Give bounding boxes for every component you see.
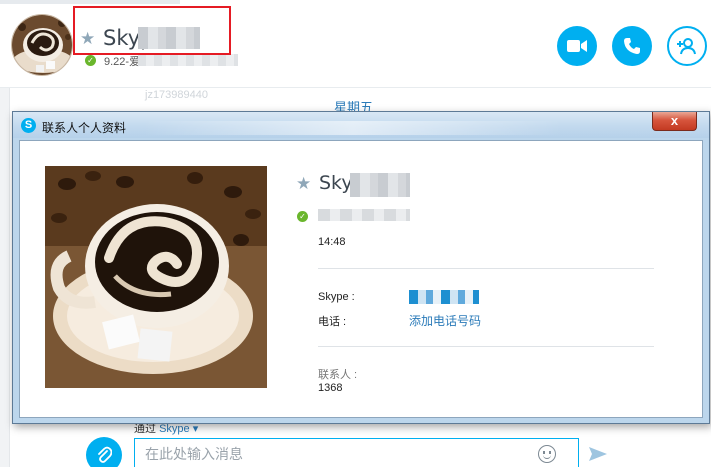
online-status-icon: ✓ [297,211,308,222]
add-contact-button[interactable] [667,26,707,66]
dialog-title: 联系人个人资料 [42,121,127,135]
divider [318,268,654,269]
highlight-annotation-box [73,6,231,55]
mood-redaction [318,209,410,221]
skype-id-redaction [409,290,479,304]
local-time: 14:48 [318,236,346,248]
contact-mood: 9.22-爱 [104,56,141,68]
video-call-icon [567,40,587,52]
divider [318,346,654,347]
mood-redaction [138,54,238,66]
close-button[interactable]: x [652,112,697,131]
profile-name: Sky [319,172,353,194]
conversation-header: ★ Skyp ✓ 9.22-爱 [0,0,711,88]
top-strip [0,0,180,4]
name-redaction [350,173,410,197]
faint-contact-id: jz173989440 [145,89,209,101]
phone-label: 电话 : [318,316,347,328]
profile-photo [45,166,267,388]
emoji-icon[interactable] [538,445,556,463]
contact-profile-dialog: S 联系人个人资料 x ★ Sky ✓ 14:48 Skype: 电话: 添… [12,111,710,424]
close-icon: x [670,113,679,128]
attach-button[interactable] [86,437,122,467]
add-contact-icon [677,38,696,55]
phone-call-icon [624,38,640,54]
add-phone-link[interactable]: 添加电话号码 [409,312,481,329]
contacts-label: 联系人 : [318,369,358,381]
favorite-star-icon[interactable]: ★ [296,175,311,192]
left-panel-edge [0,88,10,467]
dialog-body: ★ Sky ✓ 14:48 Skype : 电话 : 添加电话号码 联系人 : … [19,140,703,418]
message-input[interactable] [134,438,579,467]
chevron-down-icon[interactable]: ▾ [193,423,199,435]
via-prefix: 通过 [134,423,156,435]
send-icon[interactable] [589,446,607,462]
skype-id-label: Skype : [318,291,355,303]
contact-avatar[interactable] [11,14,73,76]
paperclip-icon [98,446,112,463]
skype-logo-icon: S [21,118,36,133]
audio-call-button[interactable] [612,26,652,66]
via-service[interactable]: Skype [159,423,190,435]
dialog-titlebar[interactable]: S 联系人个人资料 x [13,112,709,138]
contacts-count: 1368 [318,382,343,394]
online-status-icon: ✓ [85,55,96,66]
video-call-button[interactable] [557,26,597,66]
